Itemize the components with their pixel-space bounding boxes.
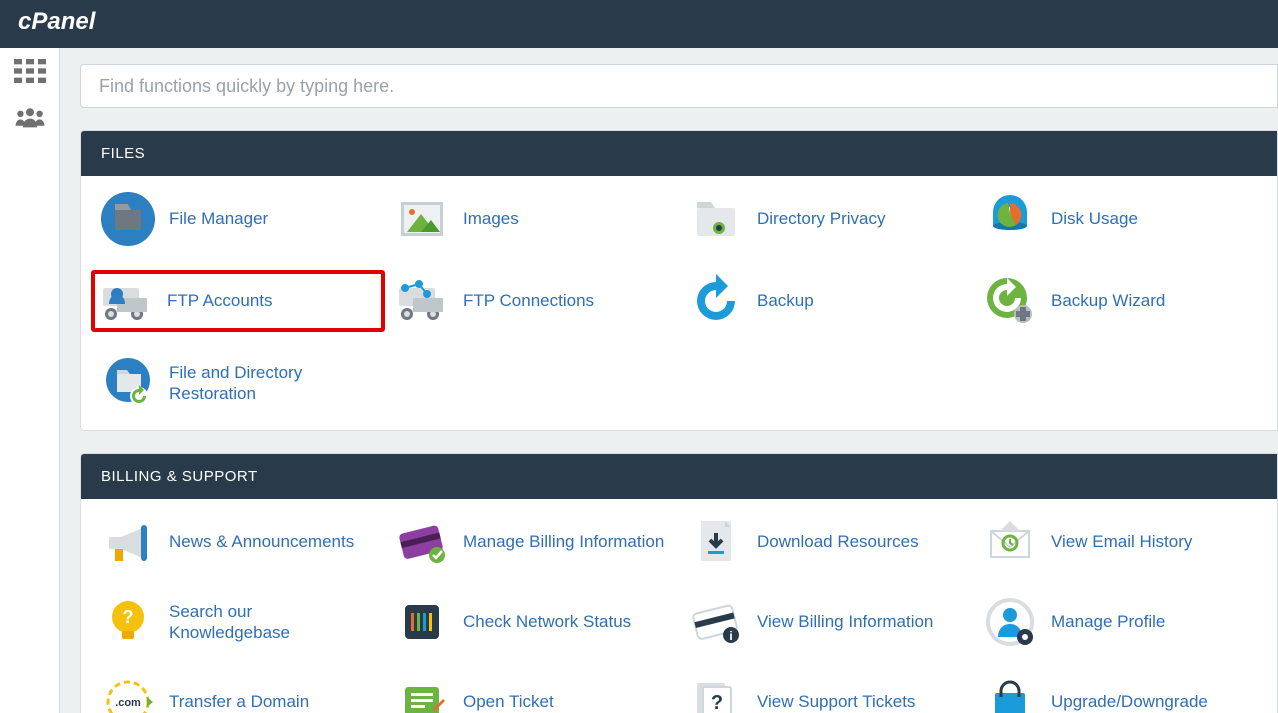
item-label[interactable]: Upgrade/Downgrade [1051, 691, 1208, 712]
item-manage-profile[interactable]: Manage Profile [973, 593, 1267, 651]
search-input[interactable] [80, 64, 1278, 108]
item-file-manager[interactable]: File Manager [91, 190, 385, 248]
grid-icon [14, 58, 46, 84]
svg-text:?: ? [123, 607, 134, 627]
disk-usage-icon [983, 192, 1037, 246]
file-restore-icon [101, 356, 155, 410]
backup-icon [689, 274, 743, 328]
ftp-accounts-icon [99, 274, 153, 328]
panel-header-files: FILES [81, 131, 1277, 176]
server-status-icon [395, 595, 449, 649]
item-label[interactable]: View Support Tickets [757, 691, 915, 712]
item-backup[interactable]: Backup [679, 270, 973, 332]
item-news[interactable]: News & Announcements [91, 513, 385, 571]
megaphone-icon [101, 515, 155, 569]
item-label[interactable]: Download Resources [757, 531, 919, 552]
panel-files: FILES File Manager Images [80, 130, 1278, 431]
envelope-icon [983, 515, 1037, 569]
top-header: cPanel [0, 0, 1278, 48]
item-label[interactable]: News & Announcements [169, 531, 354, 552]
shopping-bag-icon [983, 675, 1037, 713]
item-support-tickets[interactable]: ? View Support Tickets [679, 673, 973, 713]
item-knowledgebase[interactable]: ? Search our Knowledgebase [91, 593, 385, 651]
panel-billing: BILLING & SUPPORT News & Announcements M… [80, 453, 1278, 713]
item-label[interactable]: Transfer a Domain [169, 691, 309, 712]
item-label[interactable]: Images [463, 208, 519, 229]
item-ftp-connections[interactable]: FTP Connections [385, 270, 679, 332]
item-file-restore[interactable]: File and Directory Restoration [91, 354, 385, 412]
item-label[interactable]: Directory Privacy [757, 208, 885, 229]
item-label[interactable]: FTP Accounts [167, 290, 273, 311]
item-network-status[interactable]: Check Network Status [385, 593, 679, 651]
svg-text:?: ? [711, 692, 723, 713]
sidebar-apps-button[interactable] [0, 48, 60, 94]
item-label[interactable]: File and Directory Restoration [169, 362, 375, 405]
item-email-history[interactable]: View Email History [973, 513, 1267, 571]
item-view-billing[interactable]: i View Billing Information [679, 593, 973, 651]
profile-gear-icon [983, 595, 1037, 649]
file-manager-icon [101, 192, 155, 246]
cpanel-logo: cPanel [18, 9, 130, 40]
item-backup-wizard[interactable]: Backup Wizard [973, 270, 1267, 332]
download-icon [689, 515, 743, 569]
item-disk-usage[interactable]: Disk Usage [973, 190, 1267, 248]
item-ftp-accounts[interactable]: FTP Accounts [91, 270, 385, 332]
item-label[interactable]: FTP Connections [463, 290, 594, 311]
item-label[interactable]: File Manager [169, 208, 268, 229]
main-content: FILES File Manager Images [60, 48, 1278, 713]
item-label[interactable]: Check Network Status [463, 611, 631, 632]
item-download[interactable]: Download Resources [679, 513, 973, 571]
item-directory-privacy[interactable]: Directory Privacy [679, 190, 973, 248]
svg-text:i: i [729, 629, 732, 643]
item-label[interactable]: Disk Usage [1051, 208, 1138, 229]
item-label[interactable]: Search our Knowledgebase [169, 601, 375, 644]
item-open-ticket[interactable]: Open Ticket [385, 673, 679, 713]
sidebar-users-button[interactable] [0, 94, 60, 140]
item-label[interactable]: Open Ticket [463, 691, 554, 712]
svg-text:cPanel: cPanel [18, 9, 97, 35]
ftp-connections-icon [395, 274, 449, 328]
item-images[interactable]: Images [385, 190, 679, 248]
directory-privacy-icon [689, 192, 743, 246]
sidebar [0, 48, 60, 713]
card-info-icon: i [689, 595, 743, 649]
credit-card-icon [395, 515, 449, 569]
support-tickets-icon: ? [689, 675, 743, 713]
transfer-domain-icon: .com [101, 675, 155, 713]
item-manage-billing[interactable]: Manage Billing Information [385, 513, 679, 571]
item-label[interactable]: View Email History [1051, 531, 1192, 552]
users-icon [14, 104, 46, 130]
open-ticket-icon [395, 675, 449, 713]
item-label[interactable]: View Billing Information [757, 611, 933, 632]
panel-header-billing: BILLING & SUPPORT [81, 454, 1277, 499]
item-upgrade[interactable]: Upgrade/Downgrade [973, 673, 1267, 713]
item-label[interactable]: Manage Billing Information [463, 531, 664, 552]
item-transfer-domain[interactable]: .com Transfer a Domain [91, 673, 385, 713]
search-wrap [80, 64, 1278, 108]
lightbulb-icon: ? [101, 595, 155, 649]
item-label[interactable]: Manage Profile [1051, 611, 1165, 632]
item-label[interactable]: Backup Wizard [1051, 290, 1165, 311]
svg-text:.com: .com [115, 697, 141, 709]
images-icon [395, 192, 449, 246]
backup-wizard-icon [983, 274, 1037, 328]
item-label[interactable]: Backup [757, 290, 814, 311]
